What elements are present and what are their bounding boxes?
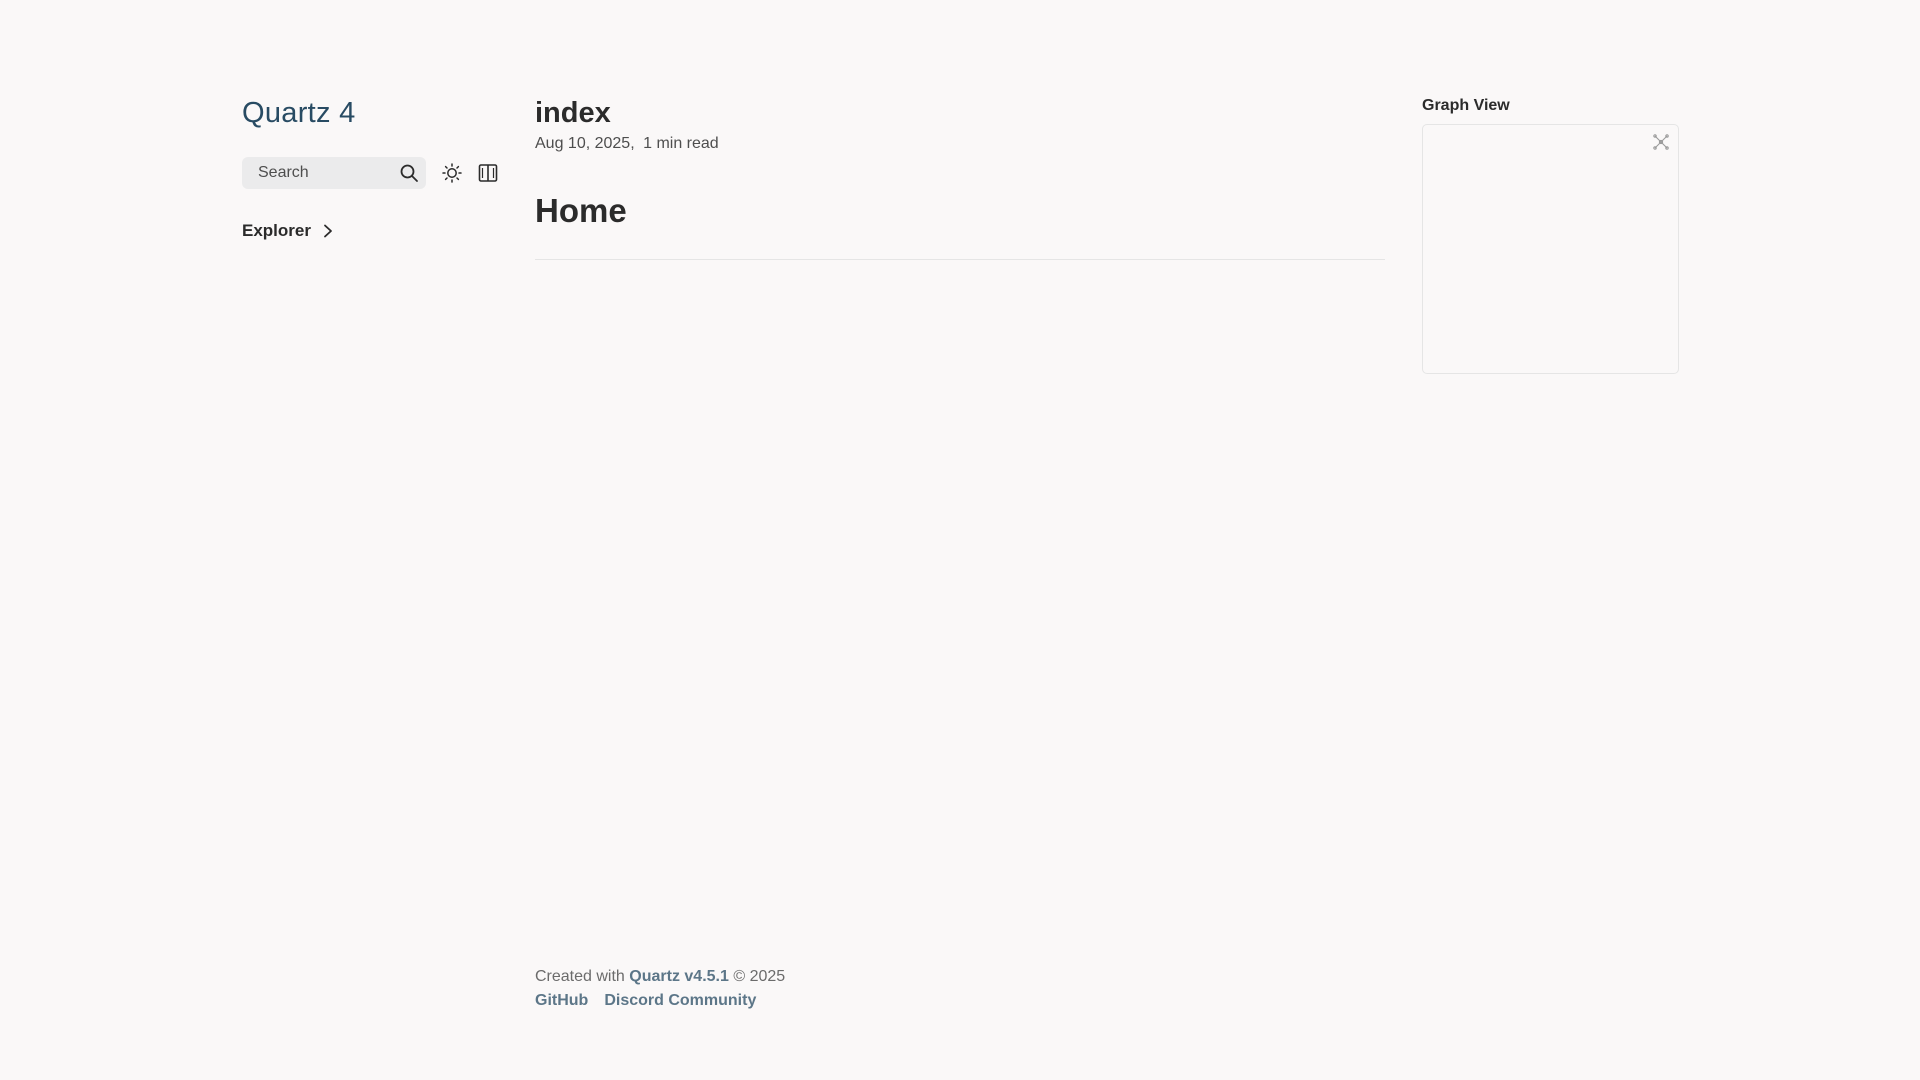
divider [535,259,1385,260]
footer-credit: Created with Quartz v4.5.1 © 2025 [535,966,785,988]
article: index Aug 10, 2025, 1 min read Home [535,94,1385,260]
article-heading: Home [535,192,627,229]
discord-community-link[interactable]: Discord Community [604,991,756,1011]
graph-view[interactable] [1422,124,1679,374]
site-title[interactable]: Quartz 4 [242,94,512,132]
footer: Created with Quartz v4.5.1 © 2025 GitHub… [535,966,785,1011]
page-title: index [535,97,611,129]
quartz-version-link[interactable]: Quartz v4.5.1 [629,968,729,985]
sun-icon[interactable] [442,163,462,183]
graph-view-title: Graph View [1422,97,1510,114]
left-sidebar: Quartz 4 Search Explorer [242,94,512,241]
page: Quartz 4 Search Explorer index Aug 10, 2… [0,0,1920,1080]
toolbar: Search [242,157,512,189]
explorer-toggle[interactable]: Explorer [242,221,335,241]
footer-created-prefix: Created with [535,968,625,985]
explorer-label: Explorer [242,221,311,240]
search-icon [400,164,418,182]
global-graph-icon[interactable] [1652,133,1670,151]
read-time: 1 min read [643,135,719,152]
github-link[interactable]: GitHub [535,991,588,1011]
right-sidebar: Graph View [1422,96,1679,374]
book-icon[interactable] [478,163,498,183]
search-placeholder: Search [258,164,309,181]
chevron-right-icon [324,224,332,238]
footer-copyright: © 2025 [733,968,786,985]
search-button[interactable]: Search [242,157,426,189]
article-date: Aug 10, 2025 [535,135,631,152]
footer-links: GitHub Discord Community [535,991,785,1011]
content-meta: Aug 10, 2025, 1 min read [535,135,719,152]
